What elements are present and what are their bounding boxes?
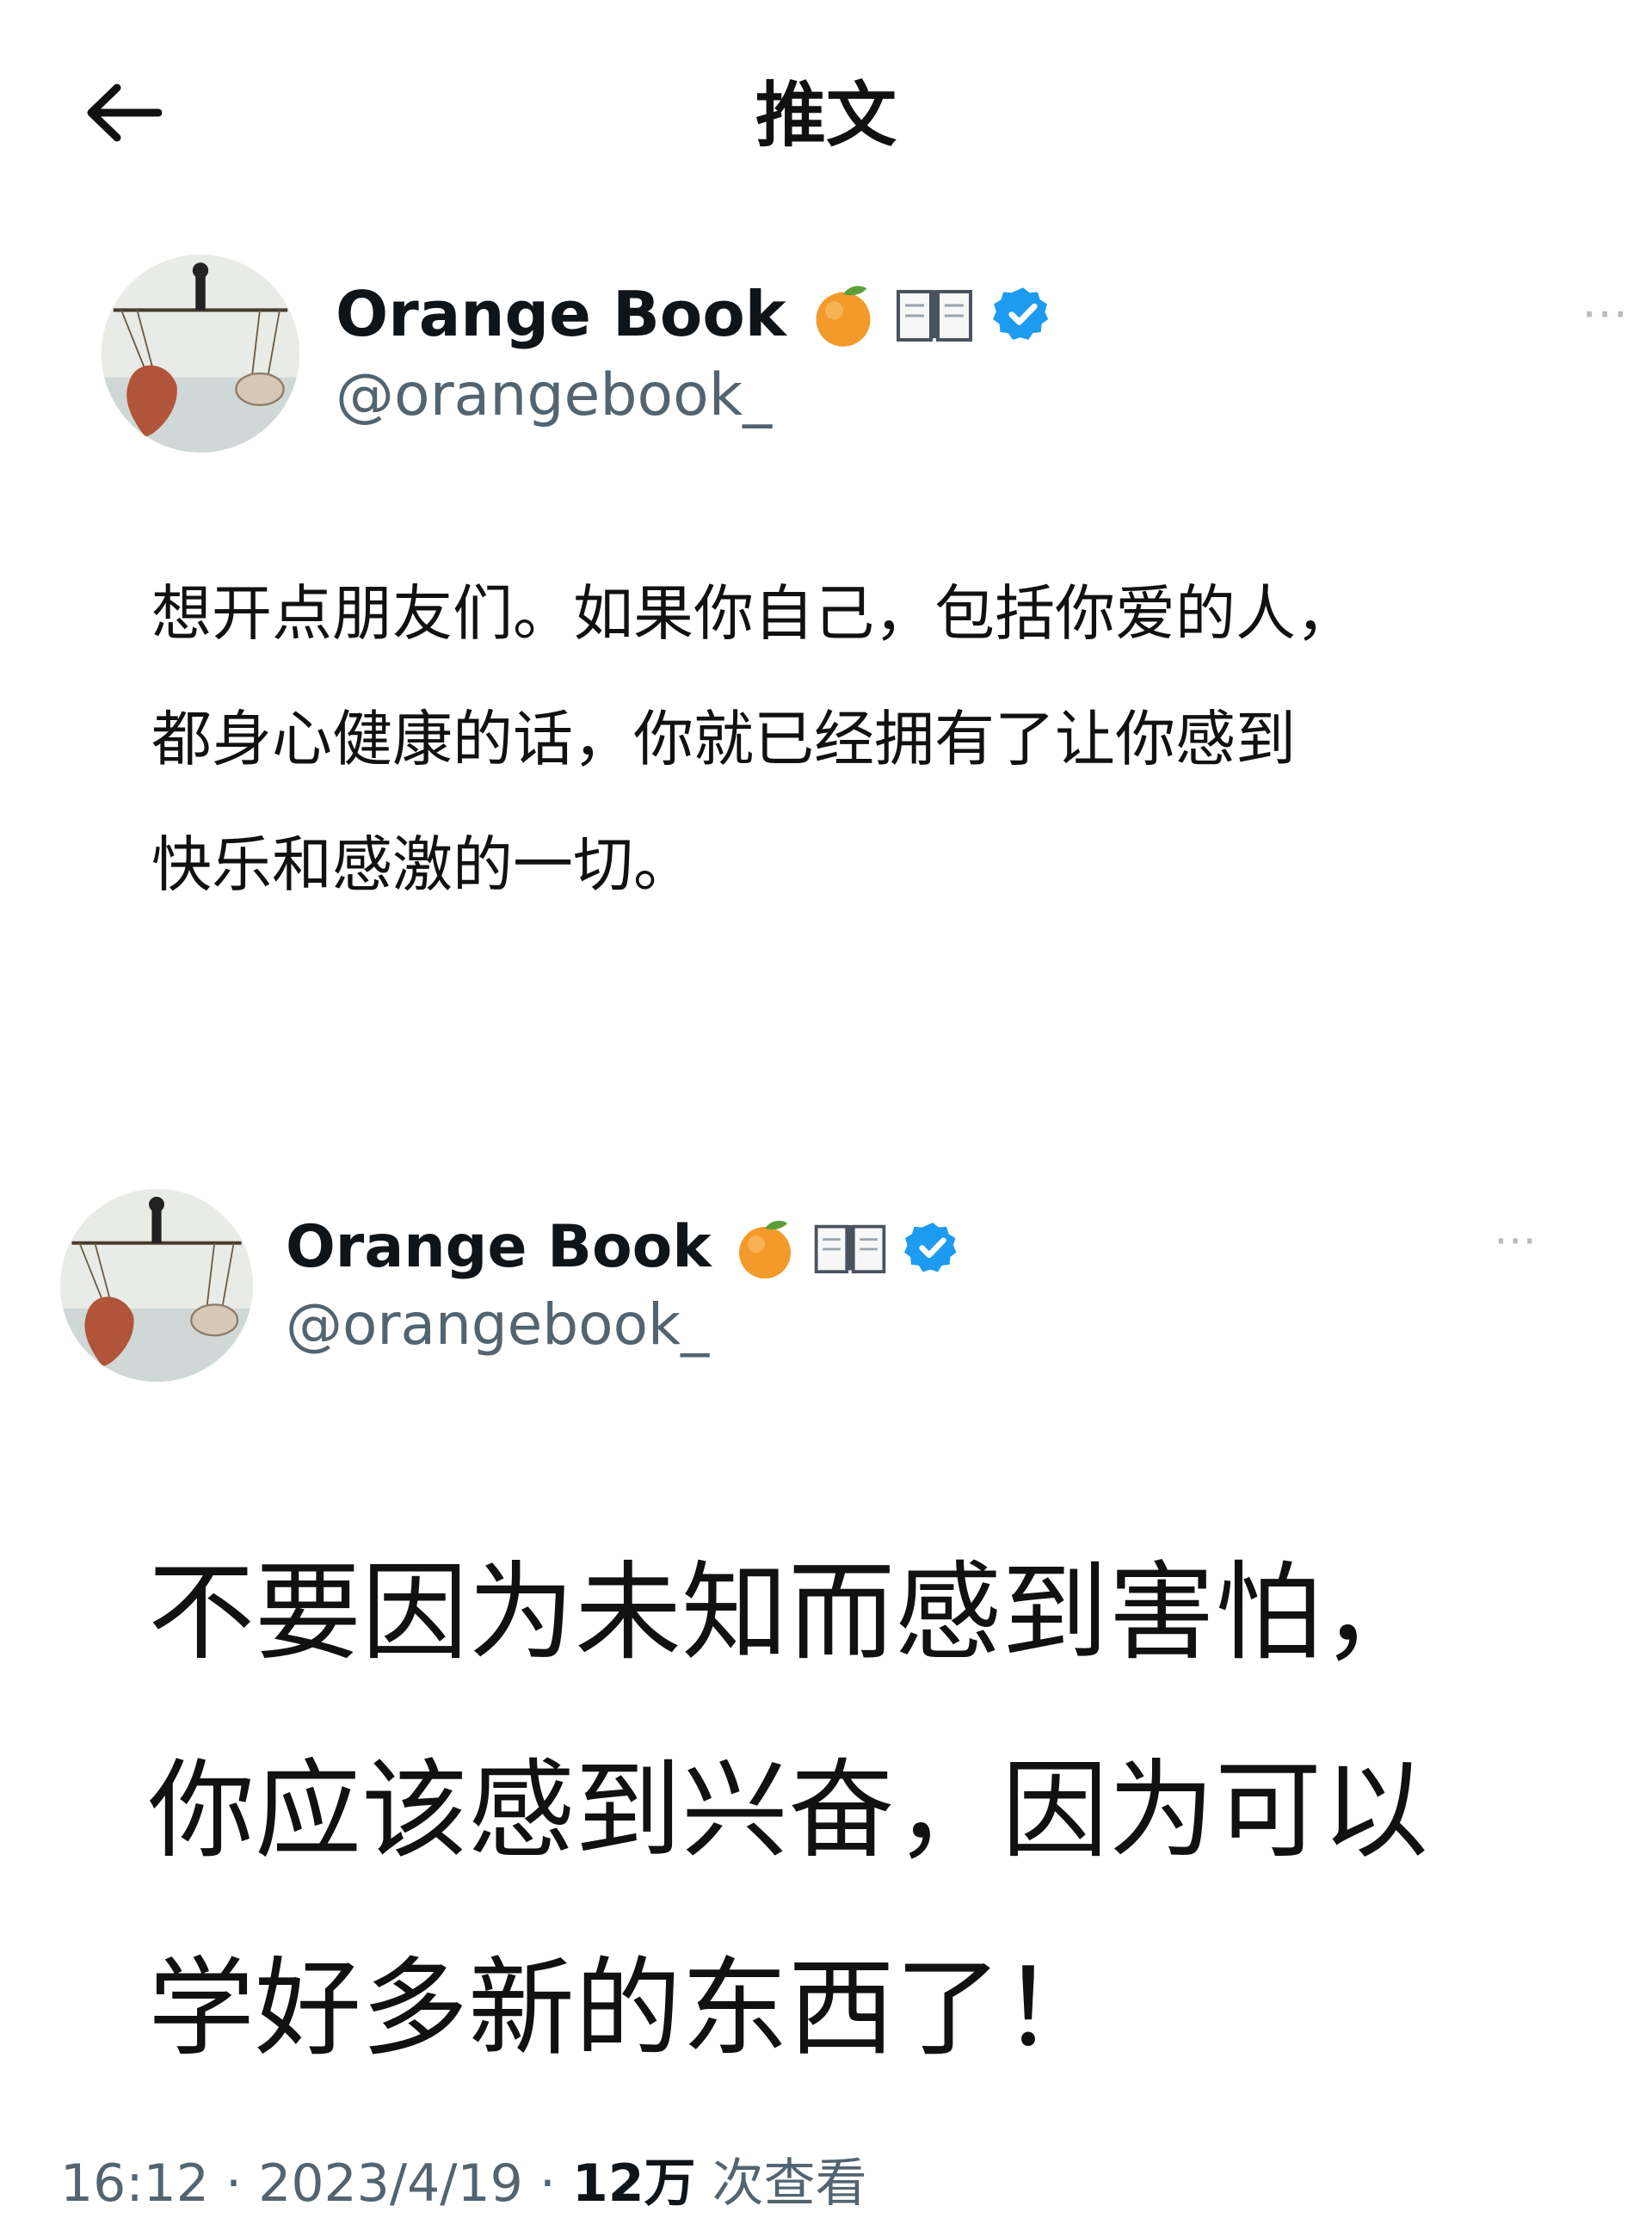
- book-emoji-icon: [896, 290, 972, 342]
- verified-badge-icon: [903, 1223, 957, 1272]
- views-count: 12万: [572, 2153, 696, 2214]
- meta-separator: ·: [539, 2153, 556, 2214]
- tweet-1-text: 想开点朋友们。如果你自己，包括你爱的人， 都身心健康的话，你就已经拥有了让你感到…: [151, 551, 1356, 927]
- tweet-date[interactable]: 2023/4/19: [258, 2153, 523, 2214]
- tweet-meta: 16:12 · 2023/4/19 · 12万 次查看: [60, 2149, 867, 2218]
- orange-emoji-icon: [816, 286, 871, 347]
- tweet-text-line: 快乐和感激的一切。: [151, 829, 693, 900]
- meta-separator: ·: [225, 2153, 243, 2214]
- display-name[interactable]: Orange Book: [286, 1208, 712, 1287]
- display-name[interactable]: Orange Book: [336, 272, 786, 356]
- verified-badge-icon: [992, 287, 1048, 341]
- tweet-time[interactable]: 16:12: [60, 2153, 209, 2214]
- tweet-text-line: 你应该感到兴奋，因为可以: [148, 1749, 1429, 1873]
- tweet-text-line: 学好多新的东西了！: [148, 1947, 1109, 2071]
- avatar-illustration: [60, 1189, 253, 1382]
- tweet-1-author[interactable]: Orange Book @orangebook_: [102, 255, 1053, 453]
- more-options-icon[interactable]: ⋯: [1581, 286, 1631, 340]
- handle[interactable]: @orangebook_: [286, 1287, 961, 1363]
- avatar-illustration: [102, 255, 299, 453]
- tweet-text-line: 不要因为未知而感到害怕，: [148, 1551, 1429, 1675]
- tweet-text-line: 都身心健康的话，你就已经拥有了让你感到: [151, 704, 1296, 774]
- views-label: 次查看: [712, 2153, 867, 2214]
- book-emoji-icon: [814, 1224, 885, 1273]
- avatar[interactable]: [60, 1189, 253, 1382]
- orange-emoji-icon: [738, 1220, 791, 1278]
- page-title: 推文: [755, 75, 897, 157]
- tweet-2-text: 不要因为未知而感到害怕， 你应该感到兴奋，因为可以 学好多新的东西了！: [148, 1514, 1428, 2108]
- tweet-text-line: 想开点朋友们。如果你自己，包括你爱的人，: [151, 578, 1356, 649]
- handle[interactable]: @orangebook_: [336, 356, 1053, 435]
- avatar[interactable]: [102, 255, 299, 453]
- tweet-2-author[interactable]: Orange Book @orangebook_: [60, 1189, 961, 1382]
- more-options-icon[interactable]: ⋯: [1494, 1215, 1540, 1265]
